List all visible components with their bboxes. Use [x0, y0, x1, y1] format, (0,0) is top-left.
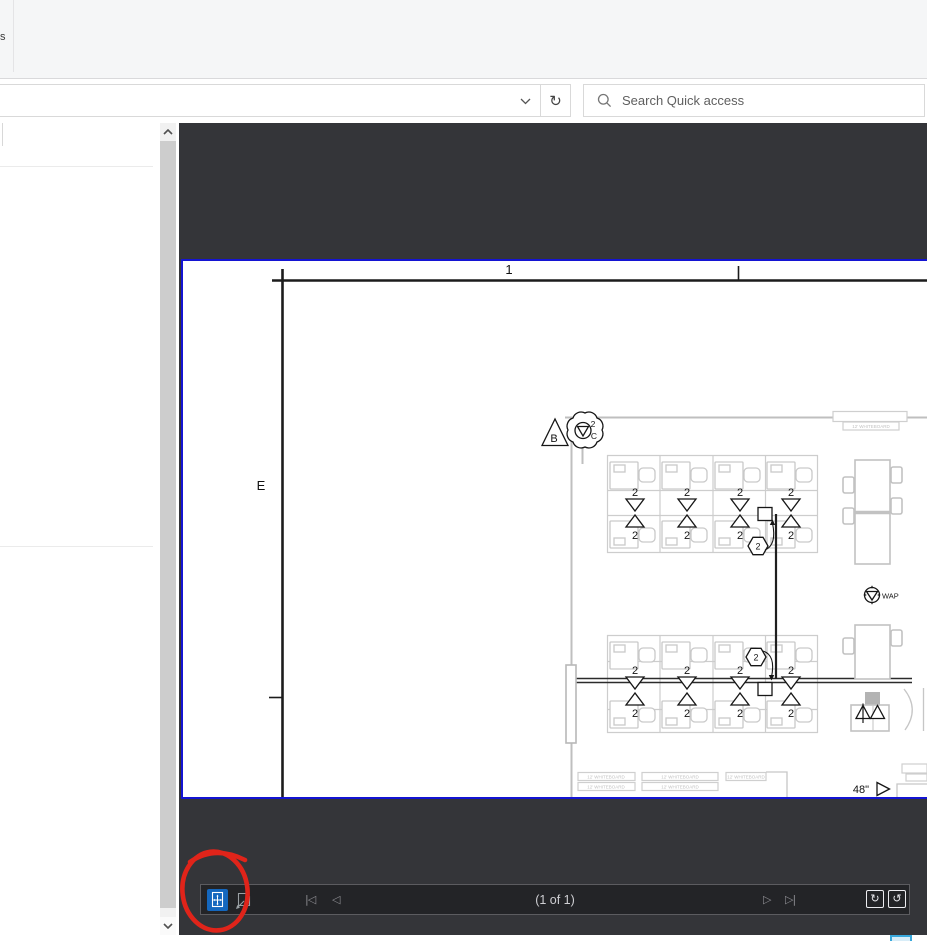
rotate-counterclockwise-button[interactable]: ↺ [888, 890, 906, 908]
wall-whiteboard-left [566, 665, 576, 743]
sidebar-tree-line [2, 123, 3, 146]
next-page-button[interactable]: ▷ [763, 893, 770, 906]
vertical-scrollbar[interactable] [160, 123, 176, 935]
structural-grid: 1 E [257, 262, 927, 797]
sidebar [0, 117, 159, 941]
revision-triangle-label: B [550, 433, 557, 445]
mount-arrow-icon [877, 783, 890, 796]
rotate-clockwise-button[interactable]: ↻ [866, 890, 884, 908]
cubicles-lower [610, 642, 812, 728]
page-indicator: (1 of 1) [201, 893, 909, 907]
svg-text:12' WHITEBOARD: 12' WHITEBOARD [852, 424, 890, 429]
svg-text:12' WHITEBOARD: 12' WHITEBOARD [587, 775, 625, 780]
scroll-up-icon [163, 129, 173, 135]
grid-column-label: 1 [505, 262, 512, 277]
svg-text:2: 2 [755, 542, 760, 552]
drawing-page[interactable]: 2 2 1 E [181, 259, 927, 799]
svg-text:12' WHITEBOARD: 12' WHITEBOARD [587, 785, 625, 790]
floor-box-upper [758, 508, 772, 521]
scroll-thumb[interactable] [160, 141, 176, 908]
taskbar-peek [890, 935, 912, 941]
svg-text:2: 2 [591, 419, 596, 429]
svg-text:2: 2 [753, 653, 758, 663]
floor-plan-svg: 2 2 1 E [183, 261, 927, 797]
wall-whiteboards-top: 12' WHITEBOARD [833, 412, 907, 431]
ribbon-divider [13, 0, 14, 72]
chevron-down-icon [520, 98, 531, 105]
viewer-toolbar: |◁ ◁ (1 of 1) ▷ ▷| ↻ ↺ [200, 884, 910, 915]
wap-symbol: WAP [864, 586, 899, 604]
svg-text:12' WHITEBOARD: 12' WHITEBOARD [661, 785, 699, 790]
mount-height-callout: 48" [853, 783, 890, 797]
refresh-icon: ↻ [549, 92, 562, 110]
sidebar-divider [0, 166, 153, 167]
wap-label: WAP [882, 592, 899, 601]
svg-text:C: C [591, 431, 597, 441]
conference-table-upper [843, 460, 902, 564]
door-swing [904, 688, 924, 731]
address-bar [0, 84, 541, 117]
search-box [583, 84, 925, 117]
svg-text:12' WHITEBOARD: 12' WHITEBOARD [727, 775, 765, 780]
ribbon-cutoff-text: s [0, 31, 6, 43]
conference-table-lower [843, 625, 902, 679]
search-icon [597, 93, 612, 108]
address-input[interactable] [0, 85, 504, 116]
search-input[interactable] [622, 85, 918, 116]
floor-box-lower [758, 683, 772, 696]
ribbon: s [0, 0, 927, 79]
whiteboard-strips-bottom: 12' WHITEBOARD 12' WHITEBOARD 12' WHITEB… [578, 764, 927, 797]
mount-height-label: 48" [853, 784, 869, 796]
scroll-up-button[interactable] [160, 123, 176, 141]
sidebar-divider [0, 546, 153, 547]
scroll-down-icon [163, 923, 173, 929]
last-page-button[interactable]: ▷| [785, 893, 795, 906]
svg-text:12' WHITEBOARD: 12' WHITEBOARD [661, 775, 699, 780]
scroll-down-button[interactable] [160, 917, 176, 935]
document-viewer: 2 2 1 E [179, 123, 927, 935]
explorer-window: s ↻ [0, 0, 927, 941]
refresh-button[interactable]: ↻ [540, 84, 571, 117]
printer-station [851, 692, 889, 731]
address-dropdown-button[interactable] [510, 85, 540, 116]
grid-row-label: E [257, 478, 266, 493]
